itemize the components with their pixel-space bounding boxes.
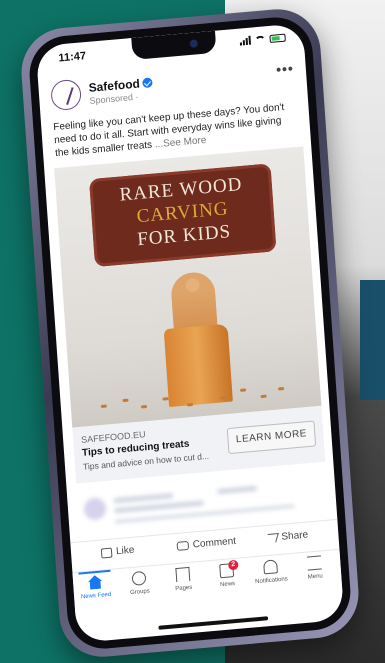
- tab-groups[interactable]: Groups: [117, 569, 163, 597]
- blurred-avatar: [83, 496, 107, 521]
- tab-pages[interactable]: Pages: [160, 566, 206, 594]
- comment-icon: [176, 540, 190, 551]
- status-icons: [239, 33, 286, 46]
- battery-icon: [269, 33, 286, 43]
- tab-label: Notifications: [254, 576, 288, 586]
- tab-notifications[interactable]: Notifications: [248, 558, 294, 586]
- ad-sign: RARE WOOD CARVING FOR KIDS: [89, 163, 277, 268]
- news-icon: 2: [219, 559, 239, 579]
- more-options-icon[interactable]: •••: [276, 60, 295, 78]
- tab-label: Menu: [307, 573, 324, 581]
- phone-scene: 11:47 Safefood Sponsored · ••• Feeling l…: [0, 0, 385, 663]
- verified-icon: [142, 77, 154, 89]
- phone: 11:47 Safefood Sponsored · ••• Feeling l…: [18, 5, 362, 661]
- comment-button[interactable]: Comment: [176, 536, 236, 552]
- see-more-link[interactable]: ...See More: [154, 135, 206, 150]
- thumbs-up-icon: [100, 547, 113, 559]
- groups-icon: [131, 570, 147, 586]
- tab-news[interactable]: 2 News: [204, 559, 250, 590]
- like-button[interactable]: Like: [100, 544, 135, 559]
- share-button[interactable]: Share: [265, 529, 309, 544]
- tab-label: Groups: [129, 588, 150, 597]
- tab-label: News: [219, 580, 236, 589]
- share-icon: [265, 532, 279, 544]
- tab-label: Pages: [175, 584, 193, 593]
- status-time: 11:47: [58, 50, 87, 65]
- home-icon: [88, 575, 103, 590]
- camera-icon: [189, 39, 199, 48]
- page-name[interactable]: Safefood: [88, 75, 154, 95]
- wifi-icon: [254, 34, 266, 44]
- tab-label: News Feed: [80, 591, 112, 601]
- tab-news-feed[interactable]: News Feed: [73, 573, 119, 601]
- notification-badge: 2: [227, 559, 239, 571]
- blurred-line: [216, 485, 258, 495]
- flag-icon: [175, 566, 191, 583]
- ad-image[interactable]: RARE WOOD CARVING FOR KIDS: [54, 146, 322, 428]
- bell-icon: [263, 559, 278, 575]
- menu-icon: [306, 555, 322, 571]
- tab-menu[interactable]: Menu: [292, 554, 338, 582]
- signal-icon: [239, 35, 252, 46]
- like-label: Like: [115, 544, 135, 558]
- phone-screen: 11:47 Safefood Sponsored · ••• Feeling l…: [35, 23, 345, 643]
- safefood-logo-icon[interactable]: [50, 78, 83, 112]
- blurred-line: [113, 493, 174, 504]
- blurred-line: [114, 500, 205, 514]
- share-label: Share: [281, 529, 309, 543]
- learn-more-button[interactable]: LEARN MORE: [226, 420, 317, 455]
- comment-label: Comment: [192, 535, 237, 551]
